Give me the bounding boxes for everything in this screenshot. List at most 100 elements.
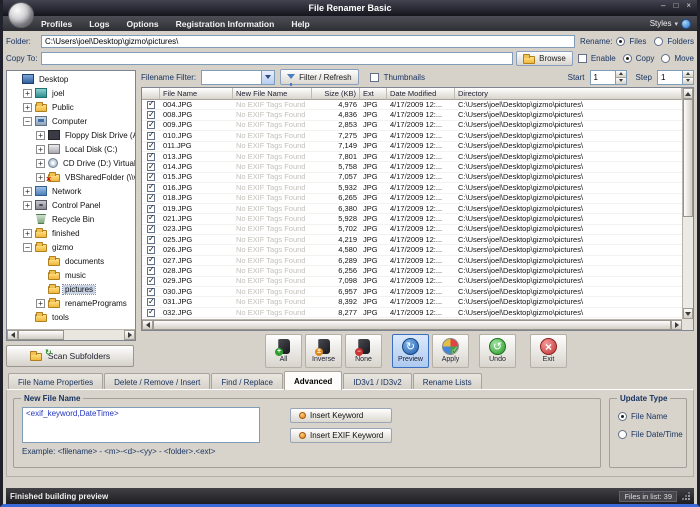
inverse-button[interactable]: Inverse <box>305 334 342 368</box>
table-row[interactable]: 018.JPGNo EXIF Tags Found6,265JPG4/17/20… <box>142 194 682 204</box>
exit-button[interactable]: Exit <box>530 334 567 368</box>
scroll-left-button[interactable] <box>7 330 18 340</box>
tree-horizontal-scrollbar[interactable] <box>7 329 135 340</box>
copy-radio[interactable] <box>623 54 632 63</box>
move-radio[interactable] <box>661 54 670 63</box>
row-checkbox[interactable] <box>147 309 155 317</box>
table-row[interactable]: 032.JPGNo EXIF Tags Found8,277JPG4/17/20… <box>142 308 682 318</box>
table-row[interactable]: 016.JPGNo EXIF Tags Found5,932JPG4/17/20… <box>142 183 682 193</box>
rename-files-radio[interactable] <box>616 37 625 46</box>
file-datetime-radio[interactable] <box>618 430 627 439</box>
column-header-directory[interactable]: Directory <box>455 88 682 100</box>
column-header-size-kb[interactable]: Size (KB) <box>312 88 360 100</box>
tree-item-cd-drive-d-virtualbox-guest[interactable]: +CD Drive (D:) VirtualBox Guest <box>7 156 135 170</box>
file-name-radio[interactable] <box>618 412 627 421</box>
row-checkbox[interactable] <box>147 153 155 161</box>
column-header-checkbox[interactable] <box>142 88 160 100</box>
preview-button[interactable]: Preview <box>392 334 429 368</box>
collapse-icon[interactable]: − <box>23 117 32 126</box>
step-up-button[interactable] <box>683 71 693 78</box>
row-checkbox[interactable] <box>147 267 155 275</box>
scroll-right-button[interactable] <box>124 330 135 340</box>
tree-item-floppy-disk-drive-a[interactable]: +Floppy Disk Drive (A:) <box>7 128 135 142</box>
row-checkbox[interactable] <box>147 142 155 150</box>
tree-item-network[interactable]: +Network <box>7 184 135 198</box>
row-checkbox[interactable] <box>147 121 155 129</box>
table-row[interactable]: 025.JPGNo EXIF Tags Found4,219JPG4/17/20… <box>142 235 682 245</box>
tree-item-renameprograms[interactable]: +renamePrograms <box>7 296 135 310</box>
expand-icon[interactable]: + <box>23 187 32 196</box>
copy-to-input[interactable] <box>41 52 513 65</box>
row-checkbox[interactable] <box>147 246 155 254</box>
rename-folders-radio[interactable] <box>654 37 663 46</box>
table-row[interactable]: 009.JPGNo EXIF Tags Found2,853JPG4/17/20… <box>142 121 682 131</box>
table-row[interactable]: 029.JPGNo EXIF Tags Found7,098JPG4/17/20… <box>142 277 682 287</box>
insert-keyword-button[interactable]: Insert Keyword <box>290 408 392 423</box>
scrollbar-thumb[interactable] <box>18 330 64 340</box>
row-checkbox[interactable] <box>147 163 155 171</box>
table-row[interactable]: 027.JPGNo EXIF Tags Found6,289JPG4/17/20… <box>142 256 682 266</box>
expand-icon[interactable]: + <box>23 201 32 210</box>
tab-delete-remove-insert[interactable]: Delete / Remove / Insert <box>104 373 210 390</box>
menu-item-profiles[interactable]: Profiles <box>41 19 72 29</box>
row-checkbox[interactable] <box>147 173 155 181</box>
maximize-button[interactable]: □ <box>673 1 678 10</box>
row-checkbox[interactable] <box>147 215 155 223</box>
tab-id3v1-id3v2[interactable]: ID3v1 / ID3v2 <box>343 373 411 390</box>
combobox-dropdown-button[interactable] <box>261 71 274 84</box>
browse-button[interactable]: Browse <box>516 51 573 66</box>
scroll-left-button[interactable] <box>142 320 153 330</box>
tab-rename-lists[interactable]: Rename Lists <box>413 373 482 390</box>
expand-icon[interactable]: + <box>23 229 32 238</box>
tree-item-public[interactable]: +Public <box>7 100 135 114</box>
table-row[interactable]: 030.JPGNo EXIF Tags Found6,957JPG4/17/20… <box>142 287 682 297</box>
row-checkbox[interactable] <box>147 236 155 244</box>
step-down-button[interactable] <box>683 78 693 84</box>
thumbnails-checkbox[interactable] <box>370 73 379 82</box>
table-row[interactable]: 004.JPGNo EXIF Tags Found4,976JPG4/17/20… <box>142 100 682 110</box>
vertical-scrollbar[interactable] <box>682 88 693 319</box>
new-file-name-pattern-textarea[interactable]: <exif_keyword,DateTime> <box>22 407 260 443</box>
collapse-icon[interactable]: − <box>23 243 32 252</box>
tree-item-tools[interactable]: tools <box>7 310 135 324</box>
scroll-right-button[interactable] <box>671 320 682 330</box>
undo-button[interactable]: Undo <box>479 334 516 368</box>
resize-grip[interactable] <box>681 492 690 501</box>
menu-item-help[interactable]: Help <box>291 19 309 29</box>
start-down-button[interactable] <box>616 78 626 84</box>
tree-item-music[interactable]: music <box>7 268 135 282</box>
tree-item-pictures[interactable]: pictures <box>7 282 135 296</box>
row-checkbox[interactable] <box>147 288 155 296</box>
row-checkbox[interactable] <box>147 132 155 140</box>
enable-checkbox[interactable] <box>578 54 587 63</box>
expand-icon[interactable]: + <box>36 299 45 308</box>
column-header-new-file-name[interactable]: New File Name <box>233 88 312 100</box>
insert-exif-keyword-button[interactable]: Insert EXIF Keyword <box>290 428 392 443</box>
row-checkbox[interactable] <box>147 225 155 233</box>
start-input[interactable] <box>590 70 615 85</box>
table-row[interactable]: 013.JPGNo EXIF Tags Found7,801JPG4/17/20… <box>142 152 682 162</box>
table-row[interactable]: 028.JPGNo EXIF Tags Found6,256JPG4/17/20… <box>142 266 682 276</box>
menu-item-registration-information[interactable]: Registration Information <box>176 19 275 29</box>
styles-button[interactable]: Styles ▾ <box>650 19 691 29</box>
row-checkbox[interactable] <box>147 101 155 109</box>
table-row[interactable]: 019.JPGNo EXIF Tags Found6,380JPG4/17/20… <box>142 204 682 214</box>
tree-item-gizmo[interactable]: −gizmo <box>7 240 135 254</box>
column-header-file-name[interactable]: File Name <box>160 88 233 100</box>
table-row[interactable]: 015.JPGNo EXIF Tags Found7,057JPG4/17/20… <box>142 173 682 183</box>
scan-subfolders-button[interactable]: ↻ Scan Subfolders <box>6 345 134 367</box>
none-button[interactable]: None <box>345 334 382 368</box>
table-row[interactable]: 008.JPGNo EXIF Tags Found4,836JPG4/17/20… <box>142 110 682 120</box>
close-button[interactable]: × <box>686 1 691 10</box>
apply-button[interactable]: Apply <box>432 334 469 368</box>
table-row[interactable]: 031.JPGNo EXIF Tags Found8,392JPG4/17/20… <box>142 297 682 307</box>
expand-icon[interactable]: + <box>23 103 32 112</box>
expand-icon[interactable]: + <box>36 159 45 168</box>
tree-item-vbsharedfolder-vboxsvr-z[interactable]: +VBSharedFolder (\\vboxsvr) (Z <box>7 170 135 184</box>
folder-input[interactable] <box>41 35 575 48</box>
step-input[interactable] <box>657 70 682 85</box>
row-checkbox[interactable] <box>147 194 155 202</box>
row-checkbox[interactable] <box>147 184 155 192</box>
scroll-up-button[interactable] <box>683 88 693 99</box>
horizontal-scrollbar[interactable] <box>142 319 682 330</box>
